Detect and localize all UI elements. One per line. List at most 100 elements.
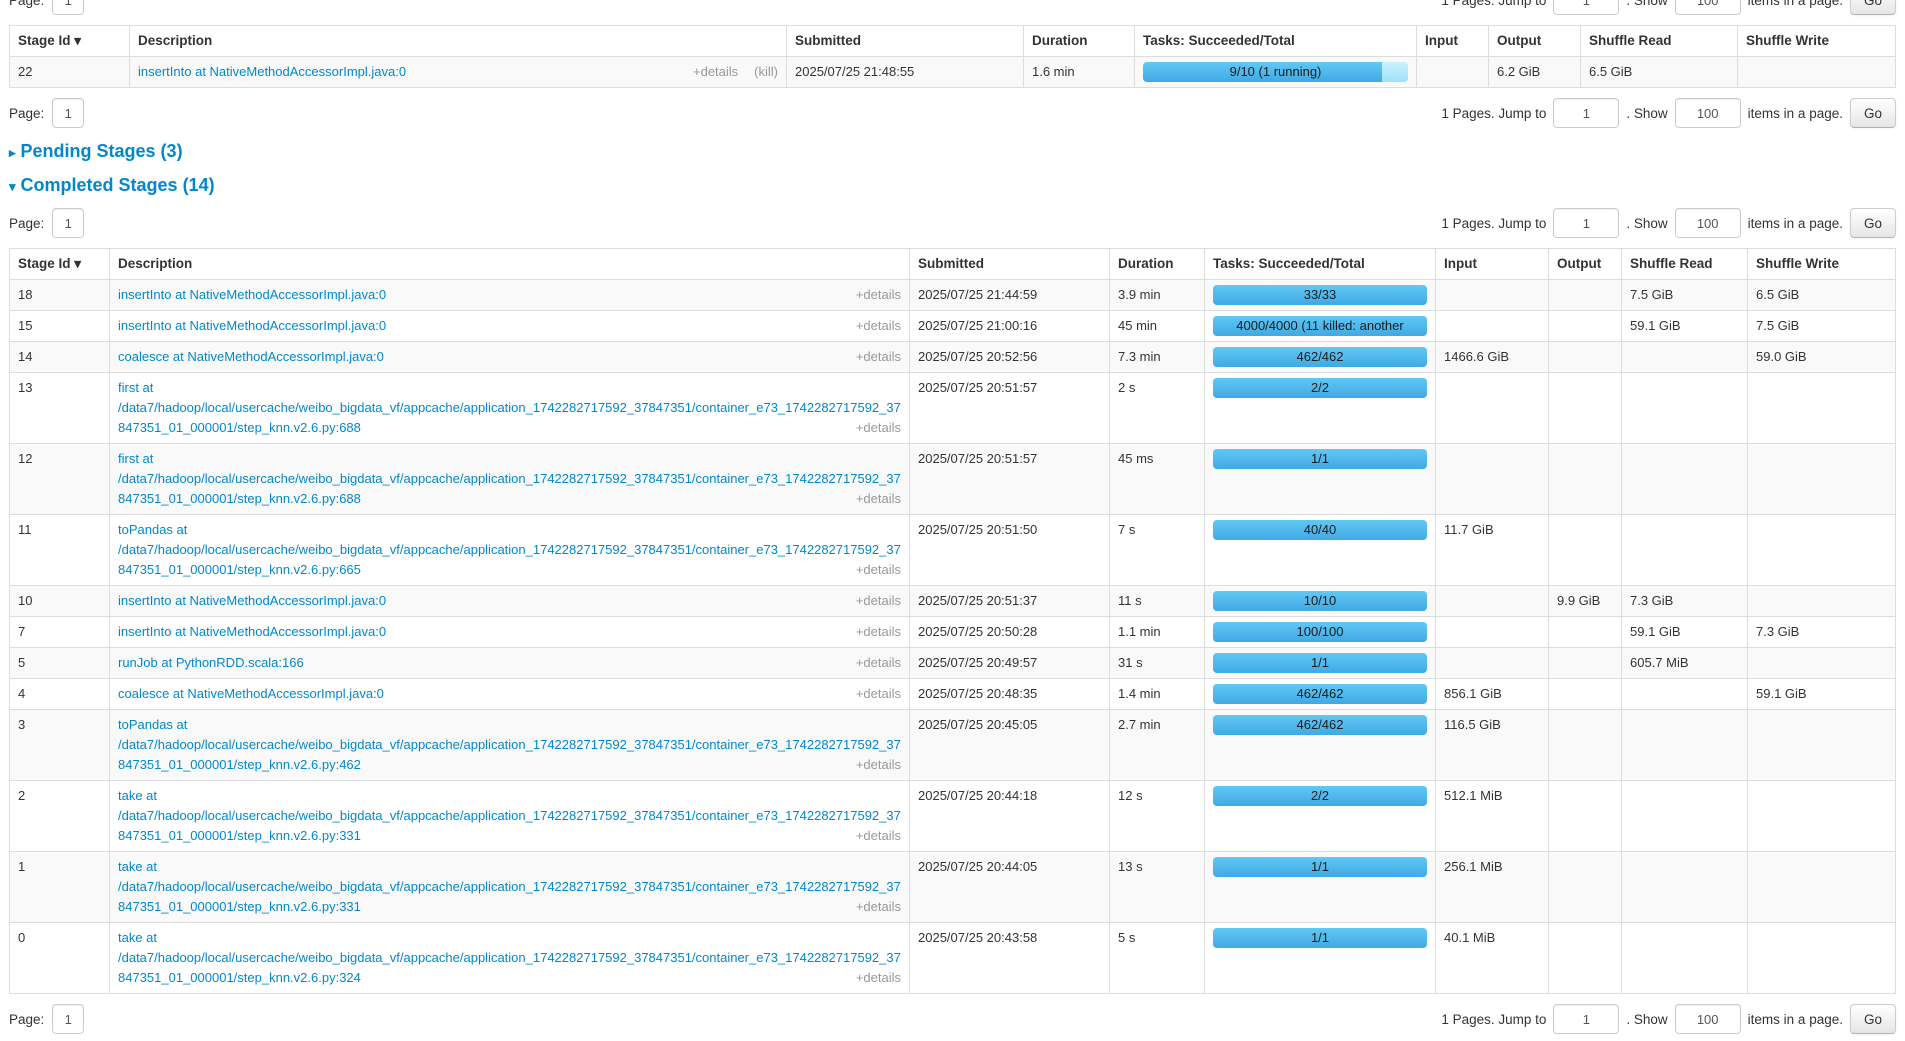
stage-description-link[interactable]: runJob at PythonRDD.scala:166 [118, 655, 304, 670]
items-per-page-input[interactable] [1675, 98, 1741, 128]
jump-to-page-input[interactable] [1553, 0, 1619, 15]
details-toggle[interactable]: +details [856, 897, 901, 917]
page-number-input[interactable] [52, 1004, 84, 1034]
stage-description-link[interactable]: coalesce at NativeMethodAccessorImpl.jav… [118, 686, 384, 701]
stage-description-link[interactable]: toPandas at /data7/hadoop/local/usercach… [118, 522, 901, 577]
shuffle-read-cell [1622, 852, 1748, 923]
column-header[interactable]: Duration [1110, 249, 1205, 280]
stage-id-cell: 1 [10, 852, 110, 923]
items-per-page-input[interactable] [1675, 1004, 1741, 1034]
stage-description-link[interactable]: take at /data7/hadoop/local/usercache/we… [118, 788, 901, 843]
go-button[interactable]: Go [1850, 1004, 1896, 1034]
go-button[interactable]: Go [1850, 98, 1896, 128]
pending-stages-title: Pending Stages (3) [21, 141, 183, 161]
column-header[interactable]: Description [110, 249, 910, 280]
description-cell: take at /data7/hadoop/local/usercache/we… [110, 781, 910, 852]
items-per-page-input[interactable] [1675, 208, 1741, 238]
details-toggle[interactable]: +details [856, 489, 901, 509]
output-cell [1549, 679, 1622, 710]
pending-stages-header[interactable]: ▸Pending Stages (3) [9, 141, 1896, 162]
column-header[interactable]: Description [130, 26, 787, 57]
column-header[interactable]: Shuffle Read [1622, 249, 1748, 280]
shuffle-write-cell [1748, 586, 1896, 617]
stage-id-cell: 13 [10, 373, 110, 444]
details-toggle[interactable]: +details [856, 347, 901, 367]
details-toggle[interactable]: +details [856, 826, 901, 846]
column-header[interactable]: Submitted [787, 26, 1024, 57]
stage-description-link[interactable]: insertInto at NativeMethodAccessorImpl.j… [138, 64, 406, 79]
column-header[interactable]: Submitted [910, 249, 1110, 280]
tasks-progress-bar: 1/1 [1213, 653, 1427, 673]
stage-row: 5runJob at PythonRDD.scala:166+details20… [10, 648, 1896, 679]
go-button[interactable]: Go [1850, 0, 1896, 15]
column-header[interactable]: Input [1417, 26, 1489, 57]
details-toggle[interactable]: +details [856, 285, 901, 305]
stage-description-link[interactable]: insertInto at NativeMethodAccessorImpl.j… [118, 624, 386, 639]
column-header[interactable]: Tasks: Succeeded/Total [1205, 249, 1436, 280]
stage-description-link[interactable]: first at /data7/hadoop/local/usercache/w… [118, 380, 901, 435]
page-number-input[interactable] [52, 208, 84, 238]
stage-description-link[interactable]: take at /data7/hadoop/local/usercache/we… [118, 859, 901, 914]
column-header[interactable]: Output [1549, 249, 1622, 280]
shuffle-read-cell: 7.5 GiB [1622, 280, 1748, 311]
column-header[interactable]: Shuffle Write [1738, 26, 1896, 57]
column-header[interactable]: Output [1489, 26, 1581, 57]
details-toggle[interactable]: +details [856, 968, 901, 988]
stage-description-link[interactable]: insertInto at NativeMethodAccessorImpl.j… [118, 593, 386, 608]
jump-to-page-input[interactable] [1553, 1004, 1619, 1034]
show-text: . Show [1626, 106, 1667, 121]
details-toggle[interactable]: +details [856, 418, 901, 438]
items-per-page-input[interactable] [1675, 0, 1741, 15]
stage-description-link[interactable]: first at /data7/hadoop/local/usercache/w… [118, 451, 901, 506]
details-toggle[interactable]: +details [856, 653, 901, 673]
tasks-cell: 1/1 [1205, 923, 1436, 994]
submitted-cell: 2025/07/25 20:52:56 [910, 342, 1110, 373]
input-cell: 856.1 GiB [1436, 679, 1549, 710]
submitted-cell: 2025/07/25 20:49:57 [910, 648, 1110, 679]
details-toggle[interactable]: +details [856, 591, 901, 611]
output-cell [1549, 444, 1622, 515]
jump-to-page-input[interactable] [1553, 208, 1619, 238]
description-cell: toPandas at /data7/hadoop/local/usercach… [110, 515, 910, 586]
stage-id-cell: 15 [10, 311, 110, 342]
stage-row: 1take at /data7/hadoop/local/usercache/w… [10, 852, 1896, 923]
column-header[interactable]: Input [1436, 249, 1549, 280]
tasks-progress-label: 9/10 (1 running) [1143, 62, 1408, 82]
column-header[interactable]: Stage Id ▾ [10, 26, 130, 57]
column-header[interactable]: Stage Id ▾ [10, 249, 110, 280]
duration-cell: 7.3 min [1110, 342, 1205, 373]
submitted-cell: 2025/07/25 21:48:55 [787, 57, 1024, 88]
details-toggle[interactable]: +details [856, 316, 901, 336]
page-number-input[interactable] [52, 98, 84, 128]
details-toggle[interactable]: +details [693, 62, 738, 82]
stage-description-link[interactable]: coalesce at NativeMethodAccessorImpl.jav… [118, 349, 384, 364]
duration-cell: 12 s [1110, 781, 1205, 852]
completed-stages-header[interactable]: ▾Completed Stages (14) [9, 175, 1896, 196]
page-number-input[interactable] [52, 0, 84, 15]
stage-description-link[interactable]: insertInto at NativeMethodAccessorImpl.j… [118, 287, 386, 302]
input-cell [1436, 586, 1549, 617]
tasks-progress-label: 4000/4000 (11 killed: another [1213, 316, 1427, 336]
column-header[interactable]: Tasks: Succeeded/Total [1135, 26, 1417, 57]
page-label: Page: [9, 216, 44, 231]
output-cell: 9.9 GiB [1549, 586, 1622, 617]
pagination-completed-stages: Page: 1 Pages. Jump to . Show items in a… [9, 208, 1896, 238]
stage-description-link[interactable]: toPandas at /data7/hadoop/local/usercach… [118, 717, 901, 772]
details-toggle[interactable]: +details [856, 684, 901, 704]
kill-link[interactable]: (kill) [754, 62, 778, 82]
column-header[interactable]: Duration [1024, 26, 1135, 57]
details-toggle[interactable]: +details [856, 560, 901, 580]
go-button[interactable]: Go [1850, 208, 1896, 238]
items-text: items in a page. [1748, 106, 1843, 121]
duration-cell: 5 s [1110, 923, 1205, 994]
stage-description-link[interactable]: insertInto at NativeMethodAccessorImpl.j… [118, 318, 386, 333]
output-cell: 6.2 GiB [1489, 57, 1581, 88]
tasks-progress-label: 1/1 [1213, 857, 1427, 877]
jump-to-page-input[interactable] [1553, 98, 1619, 128]
column-header[interactable]: Shuffle Write [1748, 249, 1896, 280]
stage-description-link[interactable]: take at /data7/hadoop/local/usercache/we… [118, 930, 901, 985]
column-header[interactable]: Shuffle Read [1581, 26, 1738, 57]
details-toggle[interactable]: +details [856, 622, 901, 642]
details-toggle[interactable]: +details [856, 755, 901, 775]
table-header-row: Stage Id ▾DescriptionSubmittedDurationTa… [10, 249, 1896, 280]
